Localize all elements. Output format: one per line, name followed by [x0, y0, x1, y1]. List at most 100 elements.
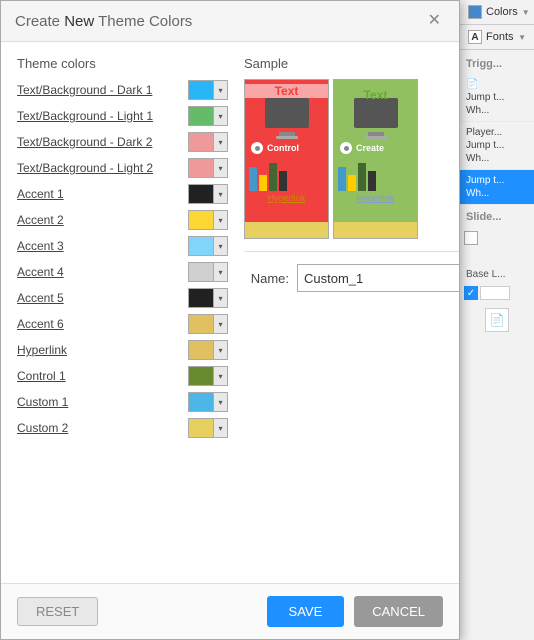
color-label-accent1[interactable]: Accent 1 [17, 187, 182, 201]
color-row-accent3: Accent 3 ▾ [17, 235, 228, 257]
base-input[interactable] [480, 286, 510, 300]
slide-checkbox[interactable] [464, 231, 478, 245]
color-swatch-btn-accent1[interactable]: ▾ [188, 184, 228, 204]
color-swatch-txt-bg-dark1 [189, 81, 213, 99]
yellow-bar-green [334, 222, 417, 238]
color-swatch-btn-accent6[interactable]: ▾ [188, 314, 228, 334]
reset-button[interactable]: RESET [17, 597, 98, 626]
radio-row-red: Control [245, 139, 328, 157]
color-label-hyperlink[interactable]: Hyperlink [17, 343, 182, 357]
color-dropdown-arrow-accent6[interactable]: ▾ [213, 315, 227, 333]
color-row-txt-bg-light1: Text/Background - Light 1 ▾ [17, 105, 228, 127]
color-swatch-btn-txt-bg-light1[interactable]: ▾ [188, 106, 228, 126]
save-button[interactable]: SAVE [267, 596, 345, 627]
color-label-accent2[interactable]: Accent 2 [17, 213, 182, 227]
color-swatch-btn-txt-bg-dark1[interactable]: ▾ [188, 80, 228, 100]
sample-box-green: Text Create [333, 79, 418, 239]
color-dropdown-arrow-custom1[interactable]: ▾ [213, 393, 227, 411]
color-label-accent6[interactable]: Accent 6 [17, 317, 182, 331]
bar-blue-green [338, 167, 346, 191]
color-dropdown-arrow-txt-bg-light1[interactable]: ▾ [213, 107, 227, 125]
title-theme-colors: Theme Colors [94, 13, 192, 30]
color-dropdown-arrow-accent5[interactable]: ▾ [213, 289, 227, 307]
color-label-accent4[interactable]: Accent 4 [17, 265, 182, 279]
close-button[interactable]: ✕ [424, 11, 445, 31]
base-icon-row: 📄 [460, 304, 534, 336]
dialog-footer: RESET SAVE CANCEL [1, 583, 459, 639]
color-swatch-btn-txt-bg-light2[interactable]: ▾ [188, 158, 228, 178]
color-dropdown-arrow-hyperlink[interactable]: ▾ [213, 341, 227, 359]
radio-inner-red [255, 146, 260, 151]
color-label-custom1[interactable]: Custom 1 [17, 395, 182, 409]
color-dropdown-arrow-accent4[interactable]: ▾ [213, 263, 227, 281]
bar-yellow-red [259, 175, 267, 191]
slide-content [460, 227, 534, 267]
base-label: Base L... [460, 267, 534, 282]
color-label-accent5[interactable]: Accent 5 [17, 291, 182, 305]
color-label-control1[interactable]: Control 1 [17, 369, 182, 383]
base-checkbox[interactable]: ✓ [464, 286, 478, 300]
sample-label: Sample [244, 56, 459, 71]
sample-boxes: Text Control [244, 79, 459, 239]
color-swatch-btn-custom2[interactable]: ▾ [188, 418, 228, 438]
color-swatch-btn-control1[interactable]: ▾ [188, 366, 228, 386]
color-dropdown-arrow-control1[interactable]: ▾ [213, 367, 227, 385]
color-swatch-accent5 [189, 289, 213, 307]
monitor-screen-red [265, 98, 309, 128]
panel-item-jump3[interactable]: Jump t... Wh... [460, 170, 534, 205]
panel-icon-page: 📄 [466, 79, 478, 90]
color-row-accent4: Accent 4 ▾ [17, 261, 228, 283]
color-dropdown-arrow-txt-bg-dark2[interactable]: ▾ [213, 133, 227, 151]
color-label-txt-bg-light2[interactable]: Text/Background - Light 2 [17, 161, 182, 175]
theme-colors-label: Theme colors [17, 56, 228, 71]
color-dropdown-arrow-accent1[interactable]: ▾ [213, 185, 227, 203]
color-swatch-btn-accent2[interactable]: ▾ [188, 210, 228, 230]
color-label-accent3[interactable]: Accent 3 [17, 239, 182, 253]
name-input[interactable] [297, 264, 459, 292]
colors-button[interactable]: Colors ▼ [460, 0, 534, 25]
bar-yellow-green [348, 175, 356, 191]
color-swatch-btn-accent5[interactable]: ▾ [188, 288, 228, 308]
color-dropdown-arrow-custom2[interactable]: ▾ [213, 419, 227, 437]
cancel-button[interactable]: CANCEL [354, 596, 443, 627]
panel-item-player[interactable]: Player... Jump t... Wh... [460, 122, 534, 170]
left-panel: Theme colors Text/Background - Dark 1 ▾ … [17, 56, 228, 439]
color-label-txt-bg-light1[interactable]: Text/Background - Light 1 [17, 109, 182, 123]
dialog-header: Create New Theme Colors ✕ [1, 1, 459, 42]
panel-item-jump1[interactable]: 📄 Jump t... Wh... [460, 74, 534, 122]
color-swatch-accent4 [189, 263, 213, 281]
slide-section-title: Slide... [460, 205, 534, 227]
fonts-button[interactable]: A Fonts ▼ [460, 25, 534, 50]
color-dropdown-arrow-accent3[interactable]: ▾ [213, 237, 227, 255]
color-row-accent6: Accent 6 ▾ [17, 313, 228, 335]
color-dropdown-arrow-txt-bg-light2[interactable]: ▾ [213, 159, 227, 177]
color-swatch-accent2 [189, 211, 213, 229]
fonts-icon: A [468, 30, 482, 44]
page-icon-box[interactable]: 📄 [485, 308, 509, 332]
sample-text-red: Text [245, 84, 328, 98]
color-swatch-hyperlink [189, 341, 213, 359]
control-label-red: Control [267, 143, 299, 153]
name-row: Name: [244, 251, 459, 292]
monitor-container-red [245, 98, 328, 139]
colors-icon [468, 5, 482, 19]
dialog-body: Theme colors Text/Background - Dark 1 ▾ … [1, 42, 459, 583]
trigger-section-title: Trigg... [460, 50, 534, 74]
color-swatch-control1 [189, 367, 213, 385]
color-swatch-btn-custom1[interactable]: ▾ [188, 392, 228, 412]
color-dropdown-arrow-accent2[interactable]: ▾ [213, 211, 227, 229]
color-swatch-btn-hyperlink[interactable]: ▾ [188, 340, 228, 360]
sample-box-red: Text Control [244, 79, 329, 239]
bar-green-red [269, 163, 277, 191]
color-swatch-btn-accent4[interactable]: ▾ [188, 262, 228, 282]
color-dropdown-arrow-txt-bg-dark1[interactable]: ▾ [213, 81, 227, 99]
color-label-txt-bg-dark1[interactable]: Text/Background - Dark 1 [17, 83, 182, 97]
color-row-custom1: Custom 1 ▾ [17, 391, 228, 413]
color-swatch-btn-accent3[interactable]: ▾ [188, 236, 228, 256]
color-row-hyperlink: Hyperlink ▾ [17, 339, 228, 361]
color-label-txt-bg-dark2[interactable]: Text/Background - Dark 2 [17, 135, 182, 149]
color-swatch-btn-txt-bg-dark2[interactable]: ▾ [188, 132, 228, 152]
color-label-custom2[interactable]: Custom 2 [17, 421, 182, 435]
hyperlink-red: Hyperlink [245, 193, 328, 203]
color-row-accent1: Accent 1 ▾ [17, 183, 228, 205]
